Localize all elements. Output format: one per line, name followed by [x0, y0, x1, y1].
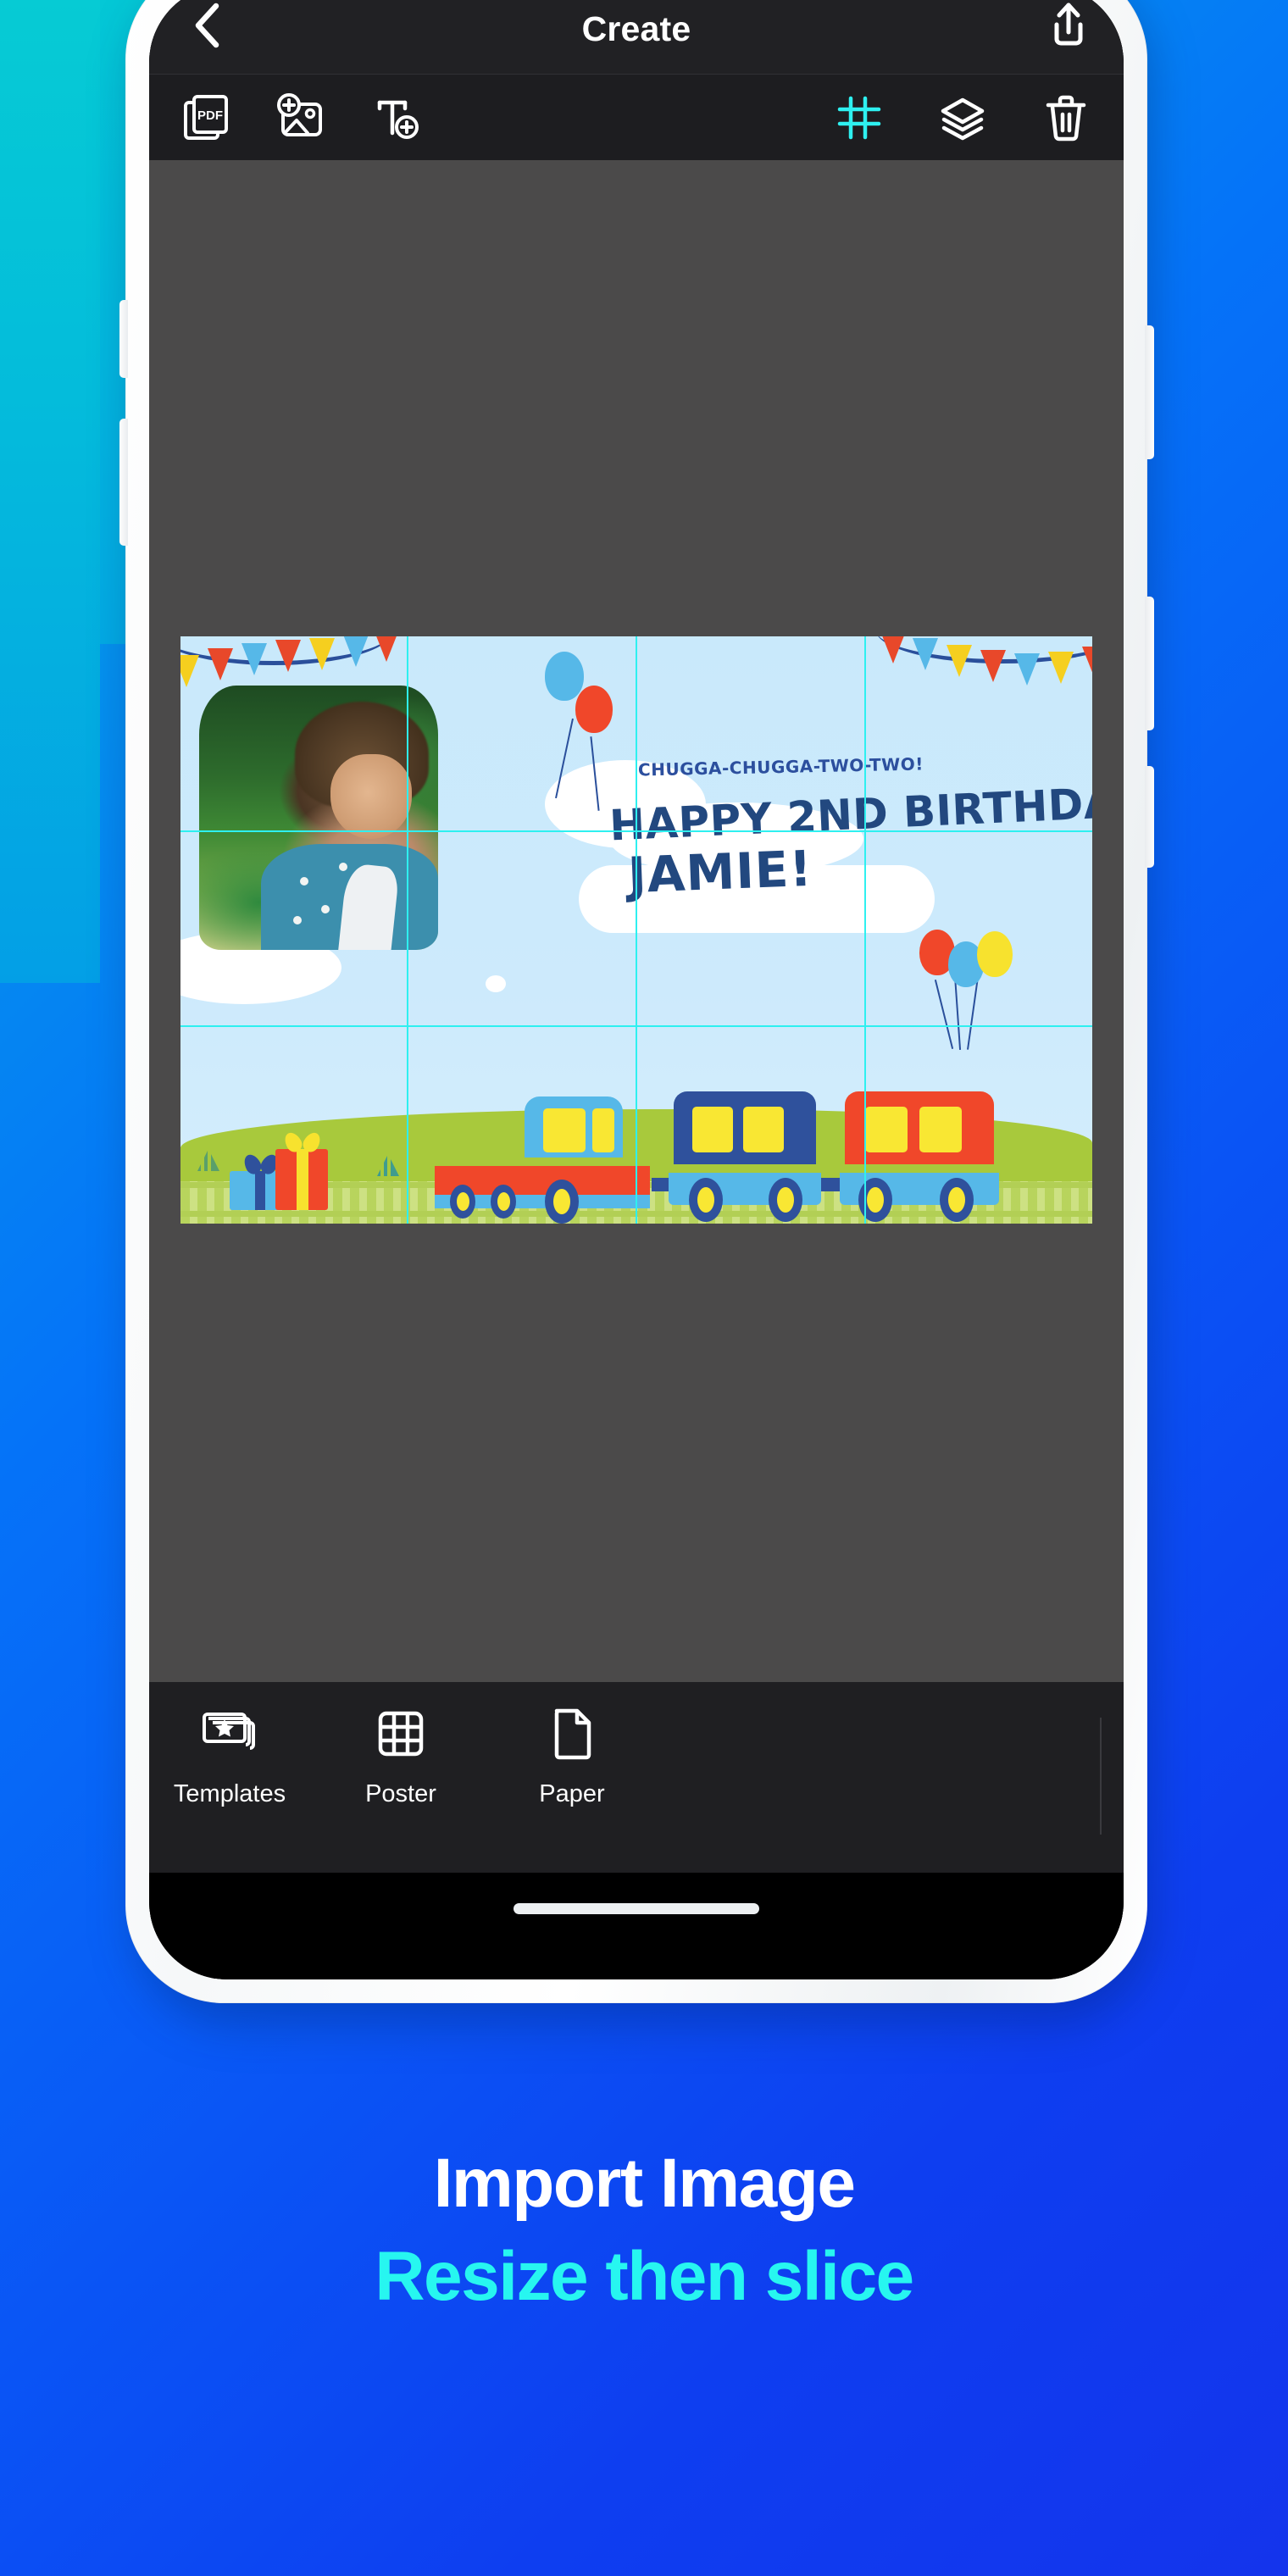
photo-detail: [330, 754, 412, 839]
app-screen: Create PDF CHUGGA-CHUGGA-TWO-TWO! HAPPY …: [149, 0, 1124, 1979]
train-wheel: [450, 1185, 475, 1219]
back-button[interactable]: [181, 0, 232, 51]
bunting-flag: [180, 655, 199, 687]
toolbar-divider: [1100, 1718, 1102, 1835]
page-title: Create: [581, 9, 691, 48]
layers-button[interactable]: [935, 91, 990, 145]
bunting-flag: [309, 638, 335, 670]
train-trim: [669, 1164, 821, 1173]
train-window: [592, 1108, 614, 1152]
cloud-shape: [486, 975, 506, 992]
phone-side-button-right-2: [1145, 597, 1154, 730]
train-wheel: [491, 1185, 516, 1219]
promo-line-2: Resize then slice: [375, 2238, 914, 2315]
bunting-flag: [374, 636, 399, 662]
add-text-icon: [377, 100, 419, 139]
share-button[interactable]: [1042, 0, 1095, 53]
paper-document-icon: [548, 1704, 596, 1763]
delete-button[interactable]: [1039, 91, 1093, 145]
balloon: [977, 931, 1013, 977]
bunting-flag: [275, 640, 301, 672]
trash-icon: [1046, 95, 1086, 142]
phone-side-button-left-1: [119, 300, 128, 378]
train-wheel: [940, 1178, 974, 1222]
toolbar-right-group: [832, 75, 1093, 161]
train-window: [919, 1107, 962, 1152]
phone-body: Create PDF CHUGGA-CHUGGA-TWO-TWO! HAPPY …: [119, 0, 1154, 2003]
templates-stack-icon: [201, 1704, 258, 1763]
background-teal-edge: [0, 0, 100, 983]
phone-side-button-right-1: [1145, 325, 1154, 459]
bunting-right: [875, 636, 1092, 686]
train-wheel: [545, 1180, 579, 1224]
bunting-flag: [1048, 652, 1074, 684]
pdf-button[interactable]: PDF: [180, 91, 234, 145]
balloon: [575, 686, 613, 733]
bunting-flag: [1082, 647, 1092, 679]
phone-screen: Create PDF CHUGGA-CHUGGA-TWO-TWO! HAPPY …: [149, 0, 1124, 1979]
layers-icon: [941, 97, 985, 141]
chevron-left-icon: [195, 3, 219, 48]
bottom-toolbar-items: Templates Poster Paper: [174, 1704, 622, 1808]
train-trim: [435, 1158, 650, 1166]
add-text-button[interactable]: [369, 91, 424, 145]
app-header: Create: [149, 0, 1124, 74]
bottom-item-paper[interactable]: Paper: [522, 1704, 622, 1808]
bunting-flag: [980, 650, 1006, 682]
phone-side-button-left-2: [119, 419, 128, 546]
artwork-train: [435, 1058, 1079, 1224]
bunting-flag: [343, 636, 369, 667]
promo-line-1: Import Image: [433, 2145, 856, 2222]
train-window: [692, 1107, 733, 1152]
bottom-item-templates[interactable]: Templates: [174, 1704, 286, 1808]
bottom-item-poster[interactable]: Poster: [351, 1704, 451, 1808]
phone-side-button-right-3: [1145, 766, 1154, 868]
add-image-button[interactable]: [275, 91, 329, 145]
svg-text:PDF: PDF: [197, 108, 223, 123]
train-wheel: [769, 1178, 802, 1222]
bottom-item-label: Paper: [539, 1780, 605, 1807]
balloon: [545, 652, 584, 701]
bottom-item-label: Templates: [173, 1780, 286, 1807]
bottom-item-label: Poster: [365, 1780, 436, 1807]
editor-toolbar: PDF: [149, 74, 1124, 160]
gift-box-red: [275, 1130, 328, 1210]
share-upload-icon: [1054, 3, 1083, 46]
train-window: [865, 1107, 908, 1152]
train-wheel: [858, 1178, 892, 1222]
toolbar-left-group: PDF: [180, 75, 424, 161]
bottom-toolbar: Templates Poster Paper: [149, 1682, 1124, 1873]
bunting-flag: [1014, 653, 1040, 686]
bunting-flag: [947, 645, 972, 677]
pdf-pages-icon: PDF: [184, 95, 228, 140]
bunting-flag: [880, 636, 906, 663]
imported-photo[interactable]: [199, 686, 438, 950]
add-image-icon: [277, 93, 322, 136]
artwork-name[interactable]: JAMIE!: [627, 840, 813, 904]
grid-toggle-button[interactable]: [832, 91, 886, 145]
home-indicator[interactable]: [514, 1903, 759, 1914]
bunting-left: [180, 636, 399, 687]
phone-mockup: Create PDF CHUGGA-CHUGGA-TWO-TWO! HAPPY …: [119, 0, 1161, 2037]
bunting-flag: [913, 638, 938, 670]
home-indicator-zone: [149, 1873, 1124, 1979]
artboard[interactable]: CHUGGA-CHUGGA-TWO-TWO! HAPPY 2ND BIRTHDA…: [180, 636, 1092, 1224]
canvas-stage[interactable]: CHUGGA-CHUGGA-TWO-TWO! HAPPY 2ND BIRTHDA…: [149, 160, 1124, 1682]
bunting-flag: [208, 648, 233, 680]
train-window: [743, 1107, 784, 1152]
grid-icon: [837, 96, 881, 140]
train-window: [543, 1108, 586, 1152]
train-trim: [840, 1164, 999, 1173]
bunting-flag: [242, 643, 267, 675]
promo-text-block: Import Image Resize then slice: [0, 2144, 1288, 2317]
train-wheel: [689, 1178, 723, 1222]
poster-grid-icon: [375, 1704, 427, 1763]
